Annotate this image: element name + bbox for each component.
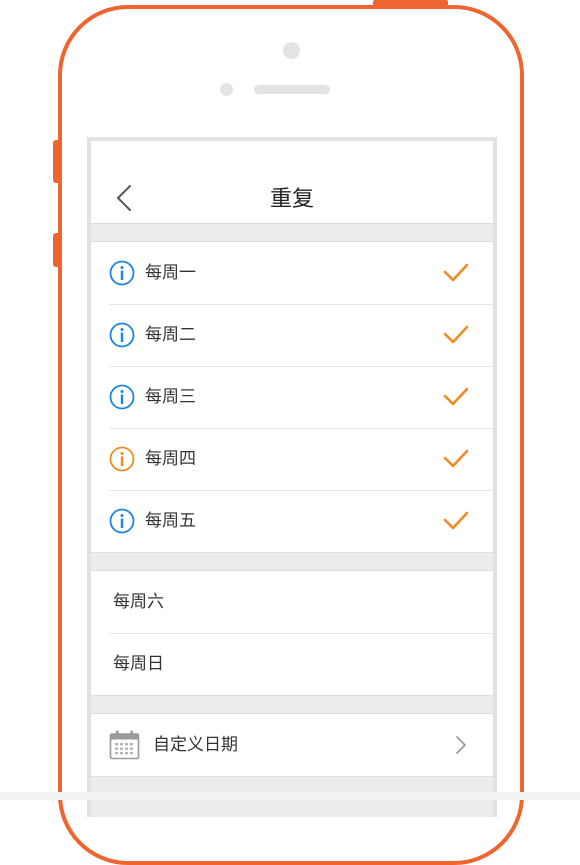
checkmark-icon — [443, 511, 469, 530]
front-camera — [283, 42, 300, 59]
list-item-tuesday[interactable]: 每周二 — [91, 304, 493, 366]
calendar-icon — [109, 730, 140, 760]
page-title: 重复 — [269, 187, 314, 212]
weekend-group: 每周六 每周日 — [91, 570, 493, 696]
mute-switch — [53, 140, 61, 183]
info-icon — [109, 322, 135, 348]
row-label: 每周五 — [145, 511, 196, 531]
info-icon — [109, 508, 135, 534]
custom-date-group: 自定义日期 — [91, 713, 493, 777]
phone-screen: 重复 每周一 每周二 每周三 每周四 每周五 每周六 每周日 自定义日期 — [87, 137, 497, 817]
list-item-saturday[interactable]: 每周六 — [91, 571, 493, 633]
row-label: 每周六 — [113, 592, 164, 612]
checkmark-icon — [443, 263, 469, 282]
list-item-monday[interactable]: 每周一 — [91, 242, 493, 304]
list-item-custom-date[interactable]: 自定义日期 — [91, 714, 493, 776]
info-icon — [109, 384, 135, 410]
list-item-wednesday[interactable]: 每周三 — [91, 366, 493, 428]
row-label: 每周日 — [113, 654, 164, 674]
weekday-group: 每周一 每周二 每周三 每周四 每周五 — [91, 241, 493, 553]
navigation-bar: 重复 — [91, 141, 493, 224]
volume-button — [53, 233, 61, 267]
bottom-edge — [0, 792, 580, 800]
row-label: 每周四 — [145, 449, 196, 469]
checkmark-icon — [443, 449, 469, 468]
earpiece-speaker — [254, 85, 330, 94]
power-button — [373, 0, 448, 6]
list-item-sunday[interactable]: 每周日 — [91, 633, 493, 695]
checkmark-icon — [443, 387, 469, 406]
list-item-thursday[interactable]: 每周四 — [91, 428, 493, 490]
list-item-friday[interactable]: 每周五 — [91, 490, 493, 552]
chevron-right-icon — [456, 736, 466, 754]
checkmark-icon — [443, 325, 469, 344]
proximity-sensor — [220, 83, 233, 96]
row-label: 每周二 — [145, 325, 196, 345]
info-icon — [109, 260, 135, 286]
row-label: 自定义日期 — [153, 735, 238, 755]
row-label: 每周一 — [145, 263, 196, 283]
row-label: 每周三 — [145, 387, 196, 407]
info-icon — [109, 446, 135, 472]
